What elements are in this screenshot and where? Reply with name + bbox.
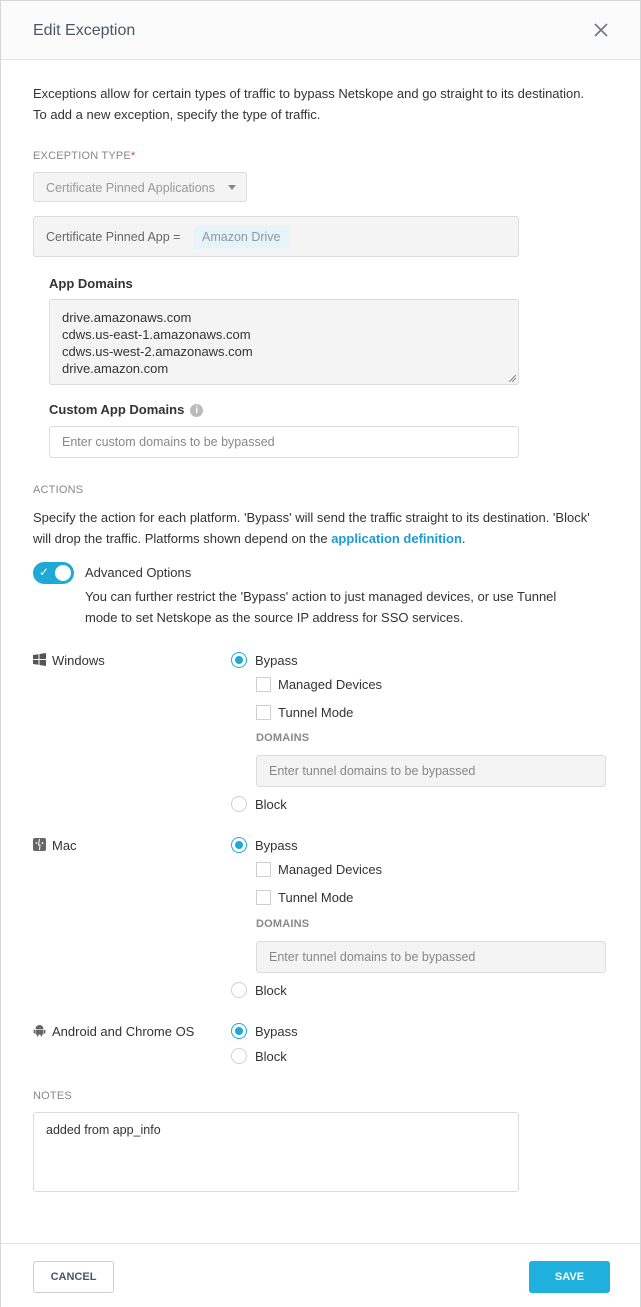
windows-icon — [33, 653, 46, 666]
platform-windows-label: Windows — [33, 653, 105, 668]
mac-tunnel-label: Tunnel Mode — [278, 890, 354, 905]
edit-exception-panel: Edit Exception Exceptions allow for cert… — [0, 0, 641, 1307]
mac-domains-placeholder: Enter tunnel domains to be bypassed — [269, 950, 476, 964]
mac-managed-label: Managed Devices — [278, 862, 383, 877]
windows-managed-label: Managed Devices — [278, 677, 383, 692]
panel-title: Edit Exception — [33, 22, 136, 39]
custom-domains-input[interactable]: Enter custom domains to be bypassed — [49, 426, 519, 458]
actions-desc-text: Specify the action for each platform. 'B… — [33, 510, 590, 546]
chevron-down-icon — [228, 185, 236, 190]
panel-footer: CANCEL SAVE — [1, 1243, 640, 1307]
custom-domains-placeholder: Enter custom domains to be bypassed — [62, 435, 275, 449]
notes-textarea[interactable]: added from app_info — [33, 1112, 519, 1192]
pinned-app-label: Certificate Pinned App = — [46, 230, 181, 244]
windows-domains-placeholder: Enter tunnel domains to be bypassed — [269, 764, 476, 778]
windows-bypass-label: Bypass — [255, 653, 298, 668]
cancel-button[interactable]: CANCEL — [33, 1261, 114, 1293]
windows-bypass-radio[interactable] — [231, 652, 247, 668]
check-icon: ✓ — [39, 565, 50, 579]
app-domain-line: cdws.us-east-1.amazonaws.com — [62, 327, 251, 342]
app-domain-line: drive.amazon.com — [62, 361, 169, 376]
actions-label: ACTIONS — [33, 484, 84, 496]
mac-bypass-label: Bypass — [255, 838, 298, 853]
pinned-app-chip: Amazon Drive — [194, 226, 289, 249]
application-definition-link[interactable]: application definition — [331, 531, 462, 546]
exception-type-label: EXCEPTION TYPE* — [33, 150, 135, 162]
mac-managed-checkbox[interactable] — [256, 862, 271, 877]
app-domains-label: App Domains — [49, 276, 133, 291]
mac-domains-input[interactable]: Enter tunnel domains to be bypassed — [256, 941, 606, 973]
actions-desc-end: . — [461, 531, 466, 546]
android-bypass-radio[interactable] — [231, 1023, 247, 1039]
mac-tunnel-checkbox[interactable] — [256, 890, 271, 905]
pinned-app-box: Certificate Pinned App = Amazon Drive — [33, 216, 519, 257]
advanced-options-description: You can further restrict the 'Bypass' ac… — [85, 589, 557, 625]
mac-bypass-radio[interactable] — [231, 837, 247, 853]
panel-header: Edit Exception — [1, 1, 640, 60]
windows-tunnel-checkbox[interactable] — [256, 705, 271, 720]
close-icon[interactable] — [591, 20, 611, 40]
android-bypass-label: Bypass — [255, 1024, 298, 1039]
app-domains-textarea[interactable]: drive.amazonaws.com cdws.us-east-1.amazo… — [49, 299, 519, 385]
info-icon[interactable]: i — [190, 404, 204, 417]
save-button[interactable]: SAVE — [529, 1261, 610, 1293]
exception-type-label-text: EXCEPTION TYPE — [33, 150, 131, 162]
notes-label: NOTES — [33, 1090, 72, 1102]
exception-type-selected: Certificate Pinned Applications — [46, 181, 215, 195]
custom-domains-label-row: Custom App Domains i — [49, 402, 204, 417]
platform-android-label: Android and Chrome OS — [33, 1024, 194, 1039]
toggle-knob — [55, 565, 71, 581]
windows-block-label: Block — [255, 797, 287, 812]
exception-type-select[interactable]: Certificate Pinned Applications — [33, 172, 247, 202]
android-block-label: Block — [255, 1049, 287, 1064]
required-mark: * — [130, 150, 136, 162]
resize-handle-icon[interactable] — [508, 374, 516, 382]
windows-domains-input[interactable]: Enter tunnel domains to be bypassed — [256, 755, 606, 787]
platform-mac-label: Mac — [33, 838, 77, 853]
mac-name: Mac — [52, 838, 77, 853]
intro-text: Exceptions allow for certain types of tr… — [33, 86, 585, 122]
android-icon — [33, 1025, 46, 1037]
actions-description: Specify the action for each platform. 'B… — [33, 507, 603, 549]
notes-value: added from app_info — [46, 1123, 161, 1137]
android-block-radio[interactable] — [231, 1048, 247, 1064]
mac-block-radio[interactable] — [231, 982, 247, 998]
windows-managed-checkbox[interactable] — [256, 677, 271, 692]
android-name: Android and Chrome OS — [52, 1024, 195, 1039]
mac-domains-label: DOMAINS — [256, 918, 310, 930]
advanced-options-label: Advanced Options — [85, 565, 192, 580]
advanced-options-toggle[interactable]: ✓ — [33, 562, 74, 584]
mac-finder-icon — [33, 838, 46, 851]
windows-name: Windows — [52, 653, 105, 668]
custom-domains-label: Custom App Domains — [49, 402, 185, 417]
mac-block-label: Block — [255, 983, 287, 998]
windows-block-radio[interactable] — [231, 796, 247, 812]
windows-domains-label: DOMAINS — [256, 732, 310, 744]
app-domain-line: cdws.us-west-2.amazonaws.com — [62, 344, 253, 359]
app-domain-line: drive.amazonaws.com — [62, 310, 192, 325]
windows-tunnel-label: Tunnel Mode — [278, 705, 354, 720]
